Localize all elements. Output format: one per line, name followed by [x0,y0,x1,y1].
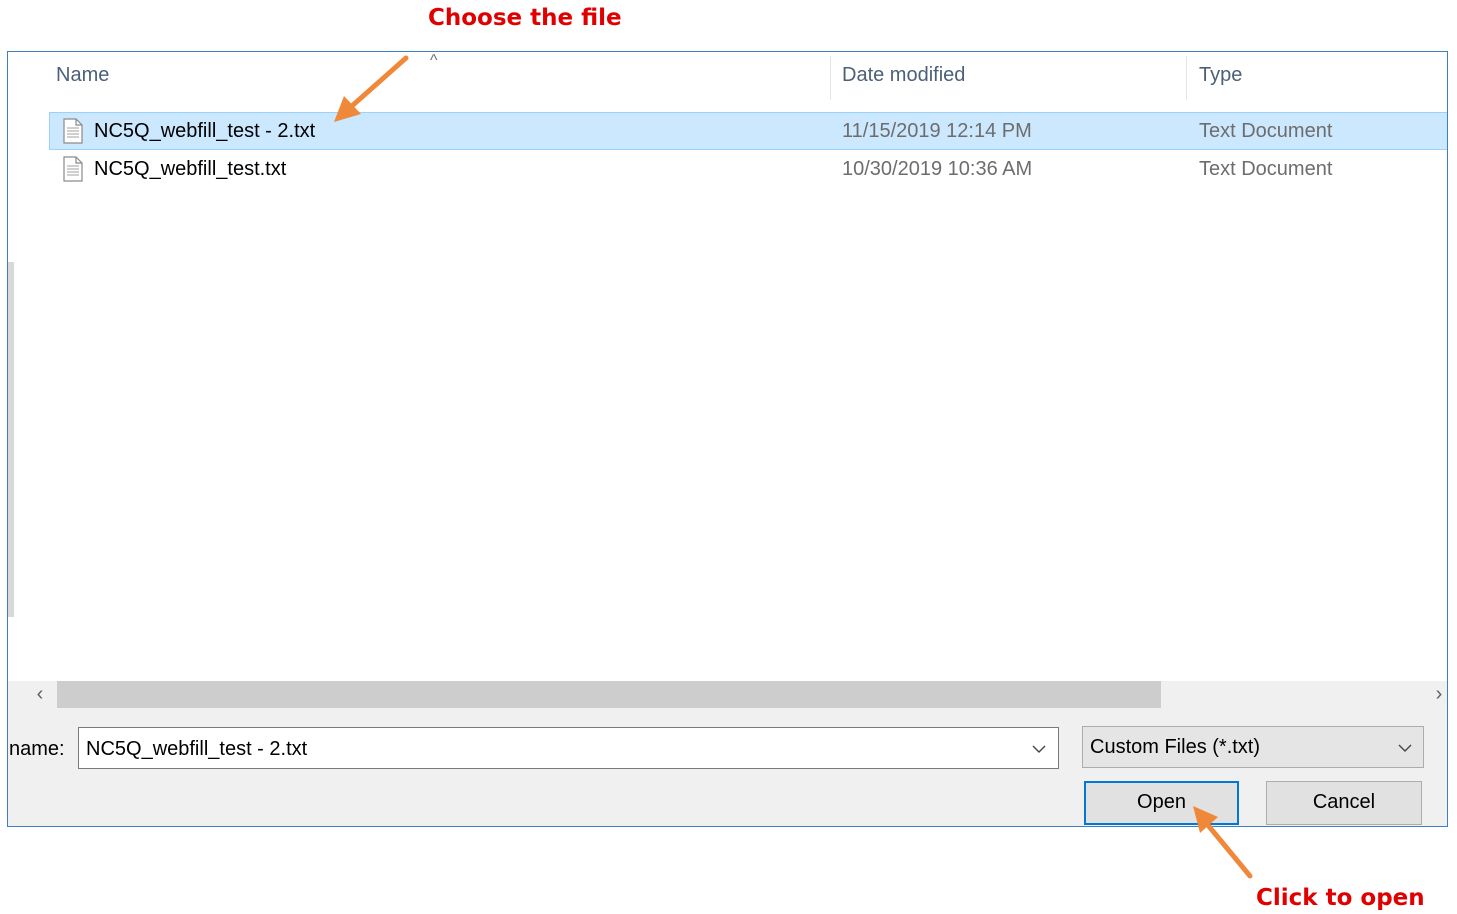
file-name: NC5Q_webfill_test.txt [94,158,287,180]
file-type: Text Document [1199,120,1333,142]
scrollbar-thumb[interactable] [57,681,1161,708]
left-pane-edge [8,262,14,617]
file-open-dialog: Name ^ Date modified Type NC5Q_webfill_t… [7,51,1448,827]
column-divider[interactable] [1186,56,1187,100]
file-date-modified: 11/15/2019 12:14 PM [842,120,1032,142]
file-date-modified: 10/30/2019 10:36 AM [842,158,1033,180]
chevron-right-icon[interactable]: › [1429,683,1447,705]
file-name: NC5Q_webfill_test - 2.txt [94,120,316,142]
chevron-left-icon[interactable]: ‹ [30,683,50,705]
annotation-choose-file: Choose the file [428,5,622,31]
filename-label: name: [9,738,65,760]
file-row-selected[interactable]: NC5Q_webfill_test - 2.txt 11/15/2019 12:… [49,112,1447,150]
file-row[interactable]: NC5Q_webfill_test.txt 10/30/2019 10:36 A… [49,150,1447,188]
file-list: Name ^ Date modified Type NC5Q_webfill_t… [49,52,1447,677]
chevron-down-icon [1398,744,1412,752]
file-type-value: Custom Files (*.txt) [1090,736,1261,758]
filename-combobox[interactable]: NC5Q_webfill_test - 2.txt [78,727,1059,769]
text-file-icon [63,156,83,182]
open-button[interactable]: Open [1084,781,1239,825]
cancel-button[interactable]: Cancel [1266,781,1422,825]
column-header-type[interactable]: Type [1199,64,1242,87]
horizontal-scrollbar[interactable]: ‹ › [8,681,1447,708]
dialog-footer: name: NC5Q_webfill_test - 2.txt Custom F… [8,708,1447,826]
column-header-name[interactable]: Name [56,64,109,87]
annotation-click-to-open: Click to open [1256,885,1425,911]
filename-input[interactable]: NC5Q_webfill_test - 2.txt [86,738,307,761]
column-header-date-modified[interactable]: Date modified [842,64,965,87]
file-type: Text Document [1199,158,1333,180]
file-type-select[interactable]: Custom Files (*.txt) [1082,726,1424,768]
chevron-down-icon[interactable] [1030,740,1048,758]
column-divider[interactable] [830,56,831,100]
sort-ascending-icon: ^ [430,52,438,69]
text-file-icon [63,118,83,144]
column-header-row: Name ^ Date modified Type [49,52,1447,104]
